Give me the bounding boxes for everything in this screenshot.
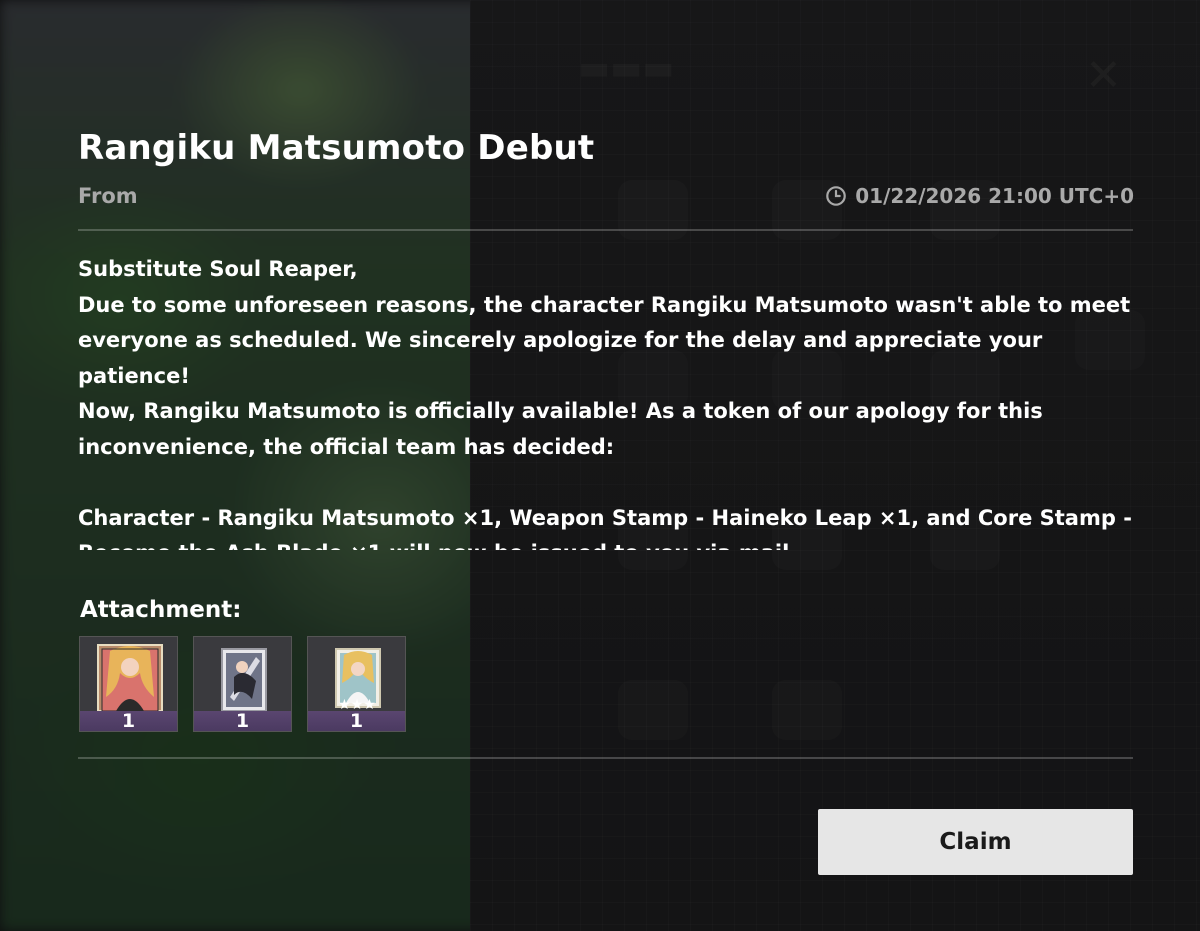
mail-detail-panel: Rangiku Matsumoto Debut From 01/22/2026 … bbox=[0, 0, 1200, 931]
claim-button[interactable]: Claim bbox=[818, 809, 1133, 875]
mail-title: Rangiku Matsumoto Debut bbox=[78, 128, 595, 168]
attachment-quantity: 1 bbox=[121, 710, 136, 732]
attachment-item-core-stamp[interactable]: ★★★ 1 bbox=[307, 636, 406, 732]
attachment-quantity: 1 bbox=[235, 710, 250, 732]
mail-date-text: 01/22/2026 21:00 UTC+0 bbox=[855, 184, 1134, 208]
mail-body-scroll[interactable]: Substitute Soul Reaper, Due to some unfo… bbox=[78, 252, 1138, 550]
header-divider bbox=[78, 229, 1133, 231]
attachment-quantity: 1 bbox=[349, 710, 364, 732]
clock-icon bbox=[826, 186, 847, 206]
svg-text:★★★: ★★★ bbox=[338, 697, 376, 711]
mail-body-text: Substitute Soul Reaper, Due to some unfo… bbox=[78, 257, 1132, 550]
core-stamp-icon: ★★★ bbox=[335, 648, 381, 711]
weapon-stamp-icon bbox=[221, 648, 267, 711]
attachment-list: 1 1 ★★★ 1 bbox=[79, 636, 406, 732]
attachment-item-character[interactable]: 1 bbox=[79, 636, 178, 732]
attachment-item-weapon-stamp[interactable]: 1 bbox=[193, 636, 292, 732]
mail-from-label: From bbox=[78, 184, 138, 208]
attachment-label: Attachment: bbox=[80, 597, 242, 623]
character-card-icon bbox=[97, 644, 163, 711]
mail-date: 01/22/2026 21:00 UTC+0 bbox=[825, 184, 1134, 208]
footer-divider bbox=[78, 757, 1133, 759]
